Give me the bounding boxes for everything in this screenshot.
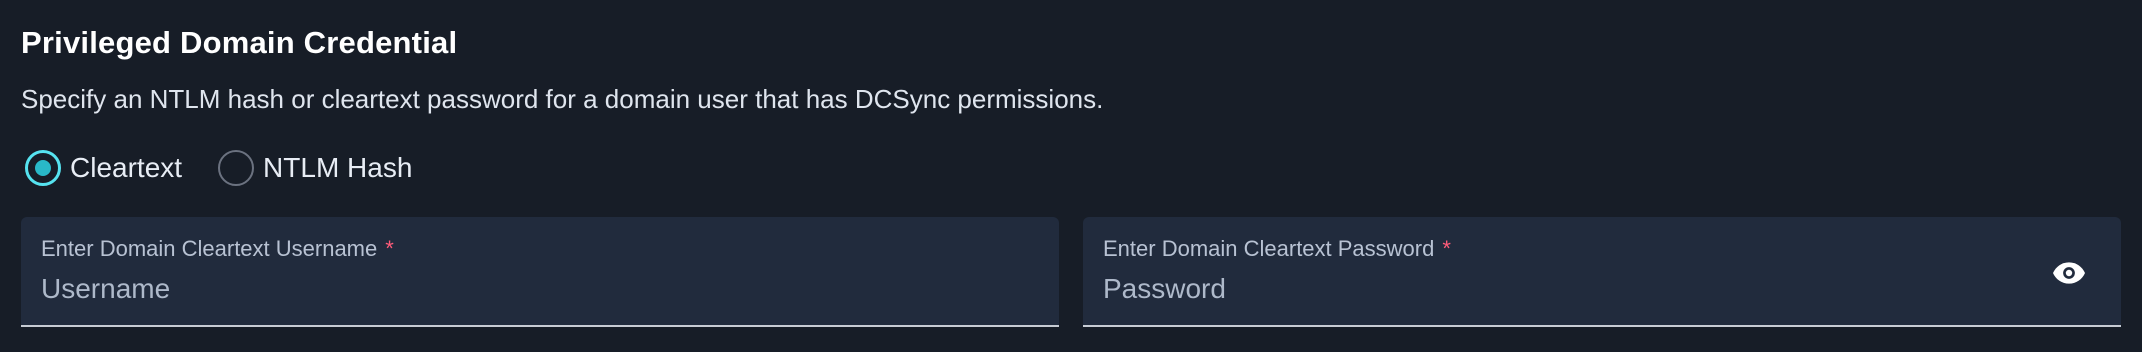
section-description: Specify an NTLM hash or cleartext passwo… — [21, 84, 1104, 114]
radio-button-ntlm-hash[interactable] — [218, 150, 255, 186]
show-password-button[interactable] — [2051, 255, 2087, 291]
password-field-label: Enter Domain Cleartext Password * — [1103, 235, 2101, 263]
required-asterisk: * — [385, 236, 394, 261]
radio-selected-dot — [35, 160, 51, 176]
username-field-label: Enter Domain Cleartext Username * — [41, 235, 1039, 263]
username-label-text: Enter Domain Cleartext Username — [41, 236, 378, 261]
required-asterisk: * — [1442, 236, 1451, 261]
password-input[interactable] — [1103, 271, 2003, 307]
radio-option-cleartext[interactable]: Cleartext — [21, 150, 182, 186]
username-input[interactable] — [41, 271, 941, 307]
credential-fields: Enter Domain Cleartext Username * Enter … — [21, 217, 2121, 328]
username-field[interactable]: Enter Domain Cleartext Username * — [21, 217, 1059, 327]
section-title: Privileged Domain Credential — [21, 25, 458, 60]
radio-button-cleartext[interactable] — [25, 150, 61, 186]
password-label-text: Enter Domain Cleartext Password — [1103, 236, 1435, 261]
radio-option-ntlm-hash[interactable]: NTLM Hash — [214, 150, 412, 186]
password-field[interactable]: Enter Domain Cleartext Password * — [1083, 217, 2121, 327]
credential-type-radio-group: Cleartext NTLM Hash — [21, 146, 2121, 190]
radio-label-cleartext: Cleartext — [70, 152, 183, 183]
eye-icon — [2053, 262, 2085, 284]
radio-label-ntlm-hash: NTLM Hash — [263, 152, 413, 183]
